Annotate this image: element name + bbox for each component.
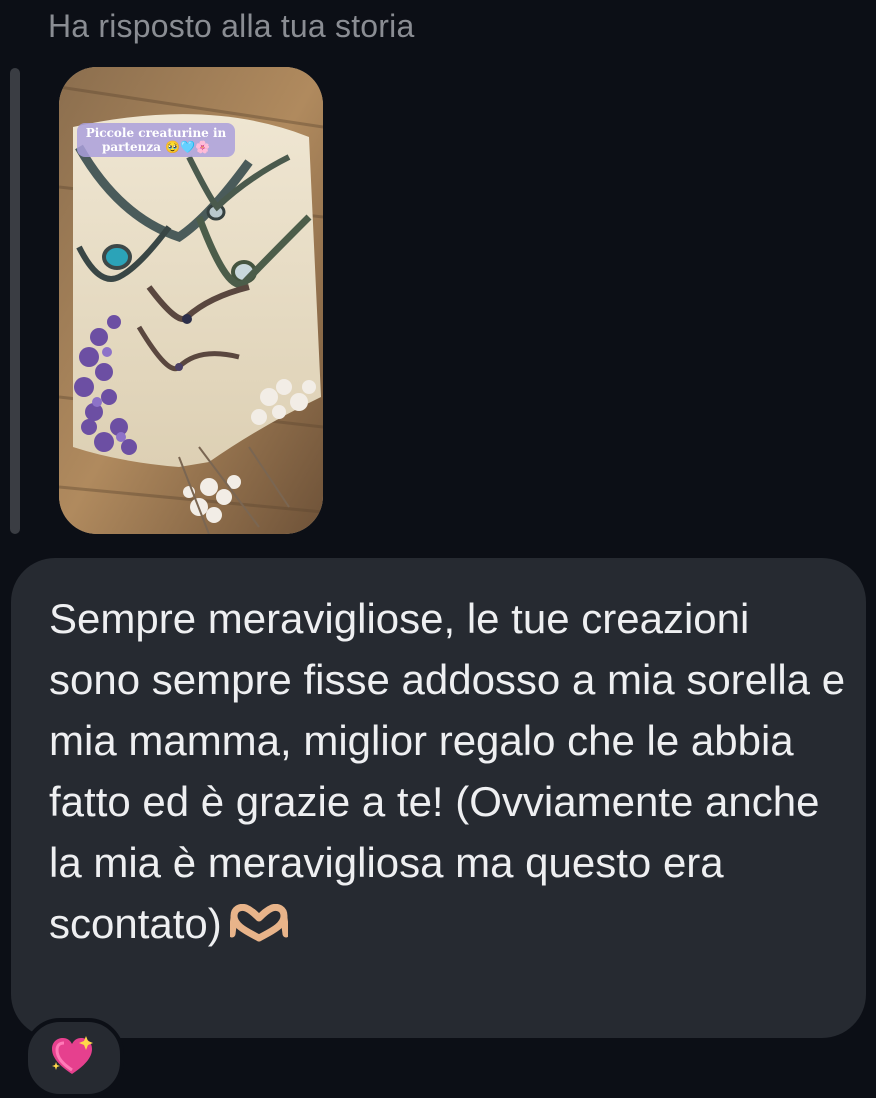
story-thumbnail[interactable]: Piccole creaturine in partenza 🥹🩵🌸 — [59, 67, 323, 534]
heart-hands-icon — [228, 897, 290, 958]
reply-indicator-bar — [10, 68, 20, 534]
message-text-container: Sempre meravigliose, le tue creazioni so… — [49, 588, 849, 958]
sparkling-heart-icon — [48, 1034, 96, 1083]
story-caption: Piccole creaturine in partenza 🥹🩵🌸 — [77, 123, 235, 157]
message-bubble[interactable]: Sempre meravigliose, le tue creazioni so… — [11, 558, 866, 1038]
message-text: Sempre meravigliose, le tue creazioni so… — [49, 595, 846, 947]
reply-header: Ha risposto alla tua storia — [48, 8, 415, 44]
reaction-badge[interactable] — [24, 1018, 124, 1098]
